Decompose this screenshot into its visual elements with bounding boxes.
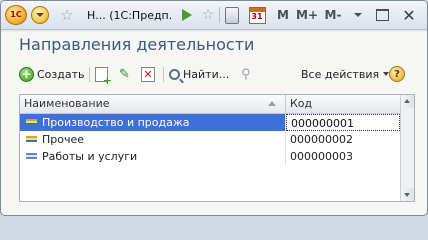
item-icon (26, 136, 37, 142)
item-icon (26, 119, 37, 125)
memory-minus-button[interactable]: M- (321, 5, 345, 25)
table-cell-name: Работы и услуги (20, 148, 286, 165)
all-actions-label: Все действия (301, 67, 380, 81)
restore-window-icon[interactable] (373, 5, 391, 25)
find-label: Найти... (183, 67, 230, 81)
row-name: Работы и услуги (42, 150, 138, 163)
calendar-icon[interactable]: 31 (247, 5, 267, 25)
main-menu-button[interactable] (31, 6, 49, 24)
command-bar: + Создать ✎ ✕ Найти... ⚲ Все действия ? (15, 62, 417, 87)
chevron-down-icon[interactable] (351, 5, 365, 25)
data-table: Наименование Код Производство и продажа … (19, 94, 415, 202)
search-icon (169, 68, 180, 80)
title-bar: 1С ☆ Н... (1С:Предп... ☆ 31 M M+ M- ✕ (1, 1, 427, 30)
copy-item-icon[interactable] (95, 64, 112, 87)
calculator-icon[interactable] (223, 5, 241, 25)
close-icon[interactable]: ✕ (399, 5, 419, 25)
favorites-star-icon[interactable]: ☆ (57, 5, 77, 25)
table-cell-name: Прочее (20, 131, 286, 148)
item-icon (26, 153, 37, 159)
table-cell-code: 000000002 (290, 133, 353, 146)
row-name: Производство и продажа (42, 116, 190, 129)
column-header-name[interactable]: Наименование (20, 95, 286, 113)
app-window: 1С ☆ Н... (1С:Предп... ☆ 31 M M+ M- ✕ На… (0, 0, 428, 216)
toolbar-divider (219, 7, 220, 23)
command-divider (89, 67, 90, 82)
1c-logo-icon[interactable]: 1С (5, 5, 27, 25)
command-divider (163, 67, 164, 82)
create-button[interactable]: + Создать (19, 64, 85, 84)
add-favorite-star-icon[interactable]: ☆ (199, 5, 217, 25)
all-actions-button[interactable]: Все действия (301, 64, 390, 84)
delete-mark-icon[interactable]: ✕ (141, 64, 157, 84)
cancel-search-icon[interactable]: ⚲ (241, 64, 257, 84)
table-row[interactable]: Прочее 000000002 (20, 131, 400, 148)
window-title: Н... (1С:Предп... (87, 8, 171, 22)
table-cell-name: Производство и продажа (20, 114, 286, 131)
table-cell-code: 000000003 (290, 150, 353, 163)
memory-m-button[interactable]: M (273, 5, 293, 25)
help-button[interactable]: ? (389, 66, 405, 82)
table-row[interactable]: Работы и услуги 000000003 (20, 148, 400, 165)
sort-icon (268, 101, 277, 108)
memory-plus-button[interactable]: M+ (295, 5, 319, 25)
scroll-up-icon[interactable] (401, 95, 414, 108)
column-header-code[interactable]: Код (286, 95, 400, 113)
page-title: Направления деятельности (19, 35, 255, 54)
plus-icon: + (19, 66, 34, 82)
forward-arrow-icon[interactable] (177, 5, 197, 25)
edit-pencil-icon[interactable]: ✎ (119, 64, 135, 84)
table-cell-code: 000000001 (286, 114, 400, 131)
table-row[interactable]: Производство и продажа 000000001 (20, 114, 400, 131)
scroll-down-icon[interactable] (401, 188, 414, 201)
row-name: Прочее (42, 133, 85, 146)
table-header: Наименование Код (20, 95, 400, 114)
create-label: Создать (37, 67, 85, 81)
find-button[interactable]: Найти... (169, 64, 229, 84)
vertical-scrollbar[interactable] (400, 95, 414, 201)
